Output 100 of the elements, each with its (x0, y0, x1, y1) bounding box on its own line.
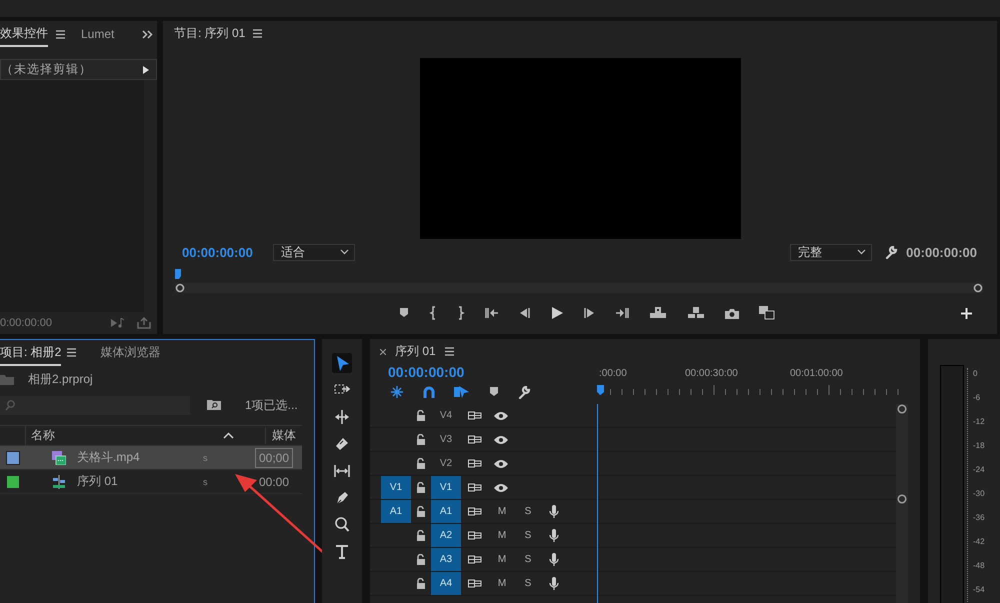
handle-icon[interactable] (897, 494, 907, 504)
mute-button[interactable]: M (489, 554, 515, 565)
playhead-icon[interactable] (597, 385, 605, 395)
lock-icon[interactable] (416, 434, 426, 445)
menu-icon[interactable] (253, 28, 262, 38)
lock-icon[interactable] (416, 410, 426, 421)
play-triangle-icon[interactable] (143, 66, 149, 74)
handle-icon[interactable] (175, 283, 185, 293)
menu-icon[interactable] (444, 347, 454, 356)
close-icon[interactable] (380, 348, 386, 354)
column-header[interactable]: 媒体 (265, 427, 302, 444)
microphone-icon[interactable] (549, 576, 559, 590)
sync-lock-icon[interactable] (468, 482, 482, 493)
mute-button[interactable]: M (489, 506, 515, 517)
zoom-dropdown[interactable]: 适合 (272, 244, 355, 260)
sync-lock-icon[interactable] (468, 506, 482, 517)
meter-scale-label: -48 (973, 560, 985, 572)
microphone-icon[interactable] (549, 552, 559, 566)
go-to-out-icon[interactable] (615, 307, 629, 319)
step-forward-icon[interactable] (583, 308, 595, 318)
track-target[interactable]: A4 (431, 572, 461, 595)
clip-selector[interactable]: （未选择剪辑） (0, 59, 157, 80)
time-ruler[interactable]: :00:00 00:00:30:00 00:01:00:00 (599, 364, 905, 404)
selection-tool-icon[interactable] (332, 353, 352, 373)
eye-icon[interactable] (493, 410, 509, 420)
step-back-icon[interactable] (519, 308, 531, 318)
sync-lock-icon[interactable] (468, 530, 482, 541)
handle-icon[interactable] (897, 404, 907, 414)
lock-icon[interactable] (416, 458, 426, 469)
mark-out-icon[interactable] (457, 306, 465, 320)
lock-icon[interactable] (416, 482, 426, 493)
snap-magnet-icon[interactable] (423, 386, 435, 398)
track-target[interactable]: V4 (431, 404, 461, 427)
sync-lock-icon[interactable] (468, 434, 482, 445)
nest-icon[interactable] (390, 385, 404, 399)
sync-lock-icon[interactable] (468, 554, 482, 565)
column-header[interactable]: 名称 (26, 427, 216, 444)
find-bin-icon[interactable] (207, 400, 221, 410)
linked-selection-icon[interactable] (454, 385, 470, 399)
export-icon[interactable] (137, 317, 151, 329)
menu-icon[interactable] (67, 348, 76, 357)
track-target[interactable]: A1 (431, 500, 461, 523)
meter-scale-label: -42 (973, 536, 985, 548)
track-target[interactable]: V3 (431, 428, 461, 451)
panel-title[interactable]: 序列 01 (395, 343, 436, 360)
solo-button[interactable]: S (515, 578, 541, 589)
wrench-icon[interactable] (518, 386, 531, 398)
menu-icon[interactable] (56, 30, 65, 38)
track-target[interactable]: V1 (431, 476, 461, 499)
panel-tab[interactable]: 媒体浏览器 (100, 340, 160, 366)
scroll-bar[interactable] (896, 404, 908, 603)
play-audio-icon[interactable] (111, 318, 125, 328)
overflow-chevron-icon[interactable] (142, 30, 153, 38)
microphone-icon[interactable] (549, 528, 559, 542)
playhead-icon[interactable] (175, 269, 182, 279)
compare-icon[interactable] (759, 306, 775, 320)
source-patch[interactable]: V1 (381, 476, 411, 499)
sort-caret-icon[interactable] (223, 432, 234, 439)
track-target[interactable]: A2 (431, 524, 461, 547)
microphone-icon[interactable] (549, 504, 559, 518)
solo-button[interactable]: S (515, 554, 541, 565)
folder-icon (0, 374, 14, 384)
lock-icon[interactable] (416, 578, 426, 589)
track-target[interactable]: A3 (431, 548, 461, 571)
search-field[interactable] (0, 396, 190, 414)
lock-icon[interactable] (416, 554, 426, 565)
panel-tab[interactable]: 效果控件 (0, 21, 48, 47)
wrench-icon[interactable] (885, 246, 898, 258)
playhead-timecode[interactable]: 00:00:00:00 (388, 364, 599, 380)
lock-icon[interactable] (416, 506, 426, 517)
source-patch[interactable]: A1 (381, 500, 411, 523)
panel-tab[interactable]: Lumet (81, 22, 114, 46)
lift-icon[interactable] (649, 307, 667, 319)
marker-icon[interactable] (489, 387, 499, 397)
mute-button[interactable]: M (489, 530, 515, 541)
add-icon[interactable] (961, 308, 972, 318)
panel-tab[interactable]: 项目: 相册2 (0, 340, 62, 366)
go-to-in-icon[interactable] (485, 307, 499, 319)
playhead-timecode[interactable]: 00:00:00:00 (182, 244, 253, 260)
project-item-row[interactable]: 关格斗.mp4 s 00;00 (0, 446, 302, 470)
eye-icon[interactable] (493, 458, 509, 468)
extract-icon[interactable] (687, 307, 705, 319)
mark-in-icon[interactable] (429, 306, 437, 320)
mute-button[interactable]: M (489, 578, 515, 589)
media-start-field[interactable]: 00;00 (255, 448, 294, 468)
sync-lock-icon[interactable] (468, 578, 482, 589)
sync-lock-icon[interactable] (468, 410, 482, 421)
camera-icon[interactable] (725, 308, 739, 318)
lock-icon[interactable] (416, 530, 426, 541)
solo-button[interactable]: S (515, 506, 541, 517)
track-target[interactable]: V2 (431, 452, 461, 475)
marker-icon[interactable] (399, 308, 409, 318)
eye-icon[interactable] (493, 434, 509, 444)
handle-icon[interactable] (973, 283, 983, 293)
play-icon[interactable] (551, 307, 563, 319)
sync-lock-icon[interactable] (468, 458, 482, 469)
search-icon (5, 400, 15, 410)
quality-dropdown[interactable]: 完整 (790, 244, 872, 260)
eye-icon[interactable] (493, 482, 509, 492)
solo-button[interactable]: S (515, 530, 541, 541)
